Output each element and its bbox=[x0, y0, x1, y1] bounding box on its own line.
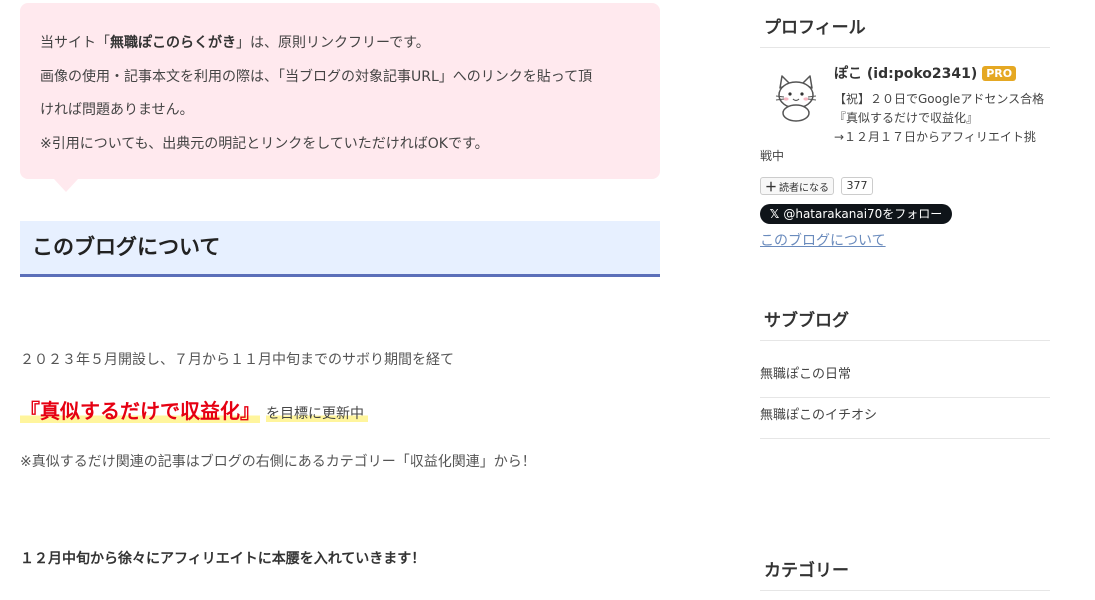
notice-text: 当サイト「 bbox=[40, 35, 110, 51]
follow-label: @hatarakanai70をフォロー bbox=[783, 207, 943, 221]
profile-desc-line: →１２月１７日からアフィリエイト挑 bbox=[834, 130, 1036, 144]
profile-heading: プロフィール bbox=[760, 0, 1050, 48]
notice-text: 」は、原則リンクフリーです。 bbox=[236, 35, 430, 51]
pro-badge: PRO bbox=[982, 66, 1017, 81]
highlight-line: 『真似するだけで収益化』 を目標に更新中 bbox=[20, 395, 368, 425]
section-heading: このブログについて bbox=[20, 221, 660, 277]
profile-desc-line: 【祝】２０日でGoogleアドセンス合格 bbox=[834, 92, 1045, 106]
subblog-item-ichioshi[interactable]: 無職ぽこのイチオシ bbox=[760, 398, 1050, 439]
profile-name-text[interactable]: ぽこ (id:poko2341) bbox=[834, 66, 977, 82]
about-blog-link[interactable]: このブログについて bbox=[760, 230, 886, 250]
subscribe-label: 読者になる bbox=[779, 183, 829, 194]
category-note: ※真似するだけ関連の記事はブログの右側にあるカテゴリー「収益化関連」から！ bbox=[20, 454, 536, 470]
profile-description: 【祝】２０日でGoogleアドセンス合格 『真似するだけで収益化』 →１２月１７… bbox=[760, 90, 1050, 166]
notice-line-4: ※引用についても、出典元の明記とリンクをしていただければOKです。 bbox=[40, 135, 489, 152]
profile-desc-line: 戦中 bbox=[760, 149, 785, 163]
profile-name[interactable]: ぽこ (id:poko2341) PRO bbox=[834, 63, 1017, 83]
speech-bubble-tail bbox=[54, 179, 78, 192]
subscribe-button[interactable]: ＋読者になる bbox=[760, 177, 834, 195]
highlight-title: 『真似するだけで収益化』 bbox=[20, 399, 260, 423]
notice-line-3: ければ問題ありません。 bbox=[40, 102, 194, 118]
highlight-subtext: を目標に更新中 bbox=[266, 406, 368, 422]
plus-icon: ＋ bbox=[764, 180, 777, 194]
reader-count: 377 bbox=[841, 177, 873, 195]
profile-desc-line: 『真似するだけで収益化』 bbox=[834, 111, 979, 125]
notice-line-2: 画像の使用・記事本文を利用の際は、「当ブログの対象記事URL」へのリンクを貼って… bbox=[40, 68, 593, 85]
link-free-notice: 当サイト「無職ぽこのらくがき」は、原則リンクフリーです。 画像の使用・記事本文を… bbox=[20, 3, 660, 179]
blog-name: 無職ぽこのらくがき bbox=[110, 35, 236, 51]
category-heading: カテゴリー bbox=[760, 543, 1050, 591]
intro-text: ２０２３年５月開設し、７月から１１月中旬までのサボり期間を経て bbox=[20, 352, 454, 368]
subblog-item-nichijo[interactable]: 無職ぽこの日常 bbox=[760, 357, 1050, 398]
affiliate-announcement: １２月中旬から徐々にアフィリエイトに本腰を入れていきます！ bbox=[20, 551, 426, 567]
subblog-heading: サブブログ bbox=[760, 293, 1050, 341]
x-follow-button[interactable]: 𝕏 @hatarakanai70をフォロー bbox=[760, 204, 952, 224]
x-logo-icon: 𝕏 bbox=[769, 207, 780, 221]
notice-line-1: 当サイト「無職ぽこのらくがき」は、原則リンクフリーです。 bbox=[40, 27, 640, 61]
